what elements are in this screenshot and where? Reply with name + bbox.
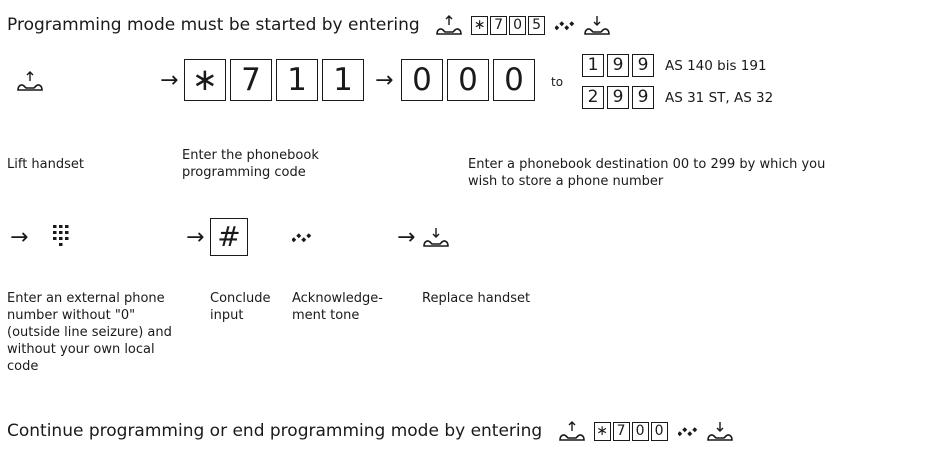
key: 1 xyxy=(276,59,318,101)
arrow: → xyxy=(186,225,205,250)
key: 0 xyxy=(650,421,668,441)
caption-lift-handset: Lift handset xyxy=(7,157,84,172)
range-a-keys: 199 xyxy=(582,54,657,77)
key: 0 xyxy=(631,421,649,441)
key: 7 xyxy=(612,421,630,441)
key: 0 xyxy=(401,59,443,101)
key: ∗ xyxy=(471,15,489,35)
handset-replace-icon xyxy=(423,228,449,247)
range-b-keys: 299 xyxy=(582,86,657,109)
caption-conclude-input: Conclude input xyxy=(210,291,271,323)
key: 1 xyxy=(582,54,604,77)
hash-key: # xyxy=(210,218,248,256)
key: ∗ xyxy=(593,421,611,441)
handset-replace-icon xyxy=(584,16,610,35)
acknowledgement-tone-icon xyxy=(292,233,312,243)
key: ∗ xyxy=(184,59,226,101)
caption-acknowledgement-tone: Acknowledge-ment tone xyxy=(292,291,383,323)
key: 1 xyxy=(322,59,364,101)
key: 9 xyxy=(632,54,654,77)
handset-replace-icon xyxy=(706,422,733,441)
key: 5 xyxy=(528,15,546,35)
to-label: to xyxy=(551,75,564,89)
arrow: → xyxy=(10,225,29,250)
outro-text: Continue programming or end programming … xyxy=(7,421,543,441)
key: 9 xyxy=(607,86,629,109)
caption-replace-handset: Replace handset xyxy=(422,291,531,306)
acknowledgement-tone-icon xyxy=(677,427,697,437)
range-a-label: AS 140 bis 191 xyxy=(665,58,767,74)
key: 2 xyxy=(582,86,604,109)
intro-line: Programming mode must be started by ente… xyxy=(7,14,611,36)
range-b-label: AS 31 ST, AS 32 xyxy=(665,90,774,106)
intro-text: Programming mode must be started by ente… xyxy=(7,15,420,35)
arrow: → xyxy=(375,68,394,93)
arrow: → xyxy=(160,68,179,93)
key: 7 xyxy=(230,59,272,101)
destination-keys: 000 xyxy=(401,59,539,101)
caption-enter-destination: Enter a phonebook destination 00 to 299 … xyxy=(468,157,826,189)
programming-code-keys: ∗ 7 1 1 xyxy=(184,59,368,101)
key: 0 xyxy=(493,59,535,101)
key: 7 xyxy=(490,15,508,35)
handset-lift-icon xyxy=(558,421,585,441)
key: 0 xyxy=(447,59,489,101)
arrow: → xyxy=(397,225,416,250)
key: 9 xyxy=(632,86,654,109)
handset-lift-icon xyxy=(436,15,462,35)
outro-sequence: ∗ 7 0 0 xyxy=(558,420,734,442)
outro-line: Continue programming or end programming … xyxy=(7,420,734,442)
key: 9 xyxy=(607,54,629,77)
keypad-icon xyxy=(53,225,69,246)
key: 0 xyxy=(509,15,527,35)
caption-enter-code: Enter the phonebook programming code xyxy=(182,148,319,180)
intro-sequence: ∗ 7 0 5 xyxy=(435,14,611,36)
acknowledgement-tone-icon xyxy=(555,21,575,31)
caption-enter-external: Enter an external phone number without "… xyxy=(7,291,172,374)
handset-lift-icon xyxy=(17,71,43,91)
